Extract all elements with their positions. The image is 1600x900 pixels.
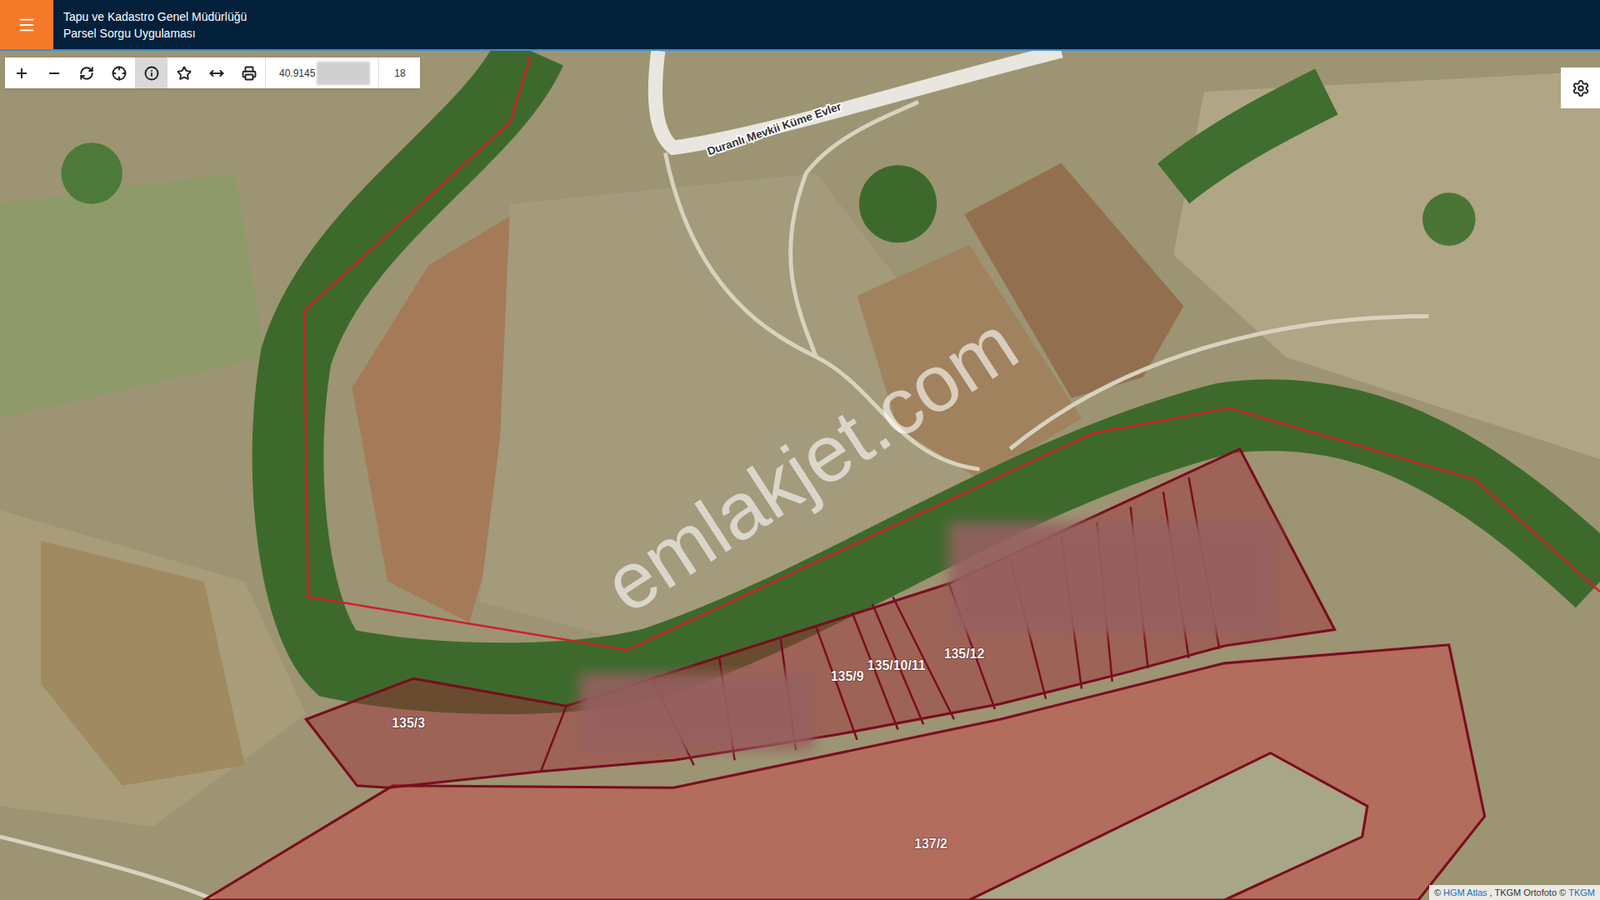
coordinate-field[interactable]: 40.9145 — [265, 57, 379, 89]
attribution: ©HGM Atlas, TKGM Ortofoto ©TKGM — [1429, 885, 1600, 900]
app: Tapu ve Kadastro Genel MüdürlüğüParsel S… — [0, 0, 1600, 900]
parcel-divider — [816, 627, 858, 740]
tree-cluster — [1422, 192, 1476, 246]
locate-button[interactable] — [102, 57, 135, 89]
parcel-hole — [969, 753, 1368, 900]
redacted-area — [580, 673, 814, 750]
field — [40, 540, 245, 786]
header-title: Tapu ve Kadastro Genel Müdürlüğü — [63, 8, 247, 25]
menu-button[interactable] — [0, 0, 54, 50]
refresh-button[interactable] — [70, 57, 103, 89]
parcel-label: 135/9 — [830, 669, 865, 684]
parcel-label: 135/3 — [391, 715, 425, 730]
settings-button[interactable] — [1560, 67, 1600, 109]
tree-cluster — [859, 165, 937, 243]
attribution-text: © — [1434, 885, 1441, 900]
menu-icon — [17, 15, 36, 35]
measure-button[interactable] — [200, 57, 233, 89]
road-label: Duranlı Mevkii Küme Evler — [705, 100, 845, 159]
header-subtitle: Parsel Sorgu Uygulaması — [63, 25, 247, 42]
tree-cluster — [60, 142, 122, 204]
redacted-area — [949, 522, 1278, 635]
parcel-label: 137/2 — [914, 836, 948, 851]
zoom-in-button[interactable] — [5, 57, 38, 89]
track — [0, 836, 215, 900]
map[interactable]: Duranlı Mevkii Küme Evler135/3135/9135/1… — [0, 50, 1600, 900]
print-button[interactable] — [232, 57, 265, 89]
redacted-coordinate — [316, 61, 370, 85]
zoom-level: 18 — [378, 57, 420, 89]
gear-icon — [1571, 79, 1590, 98]
coordinate-value: 40.9145 — [279, 65, 315, 81]
parcel-label: 135/12 — [944, 646, 985, 661]
zoom-in-icon — [14, 65, 30, 81]
zoom-out-button[interactable] — [37, 57, 70, 89]
field — [0, 173, 265, 419]
measure-icon — [209, 65, 225, 81]
favorite-icon — [176, 65, 192, 81]
info-icon — [144, 65, 160, 81]
info-button[interactable] — [135, 57, 168, 89]
zoom-out-icon — [46, 65, 62, 81]
terrain — [0, 50, 1600, 900]
refresh-icon — [79, 65, 95, 81]
toolbar: 40.9145 18 — [5, 57, 420, 89]
attribution-link[interactable]: TKGM — [1568, 885, 1595, 900]
header: Tapu ve Kadastro Genel MüdürlüğüParsel S… — [0, 0, 1600, 51]
track — [665, 101, 1429, 470]
boundary-line — [304, 55, 1600, 650]
attribution-text: , TKGM Ortofoto © — [1490, 885, 1567, 900]
header-titles: Tapu ve Kadastro Genel MüdürlüğüParsel S… — [53, 0, 247, 50]
road — [655, 50, 1061, 148]
locate-icon — [111, 65, 127, 81]
tree-belt — [1173, 91, 1327, 184]
print-icon — [241, 65, 257, 81]
attribution-link[interactable]: HGM Atlas — [1443, 885, 1488, 900]
favorite-button[interactable] — [167, 57, 200, 89]
parcel-divider — [540, 705, 567, 771]
parcel-label: 135/10/11 — [867, 658, 926, 673]
